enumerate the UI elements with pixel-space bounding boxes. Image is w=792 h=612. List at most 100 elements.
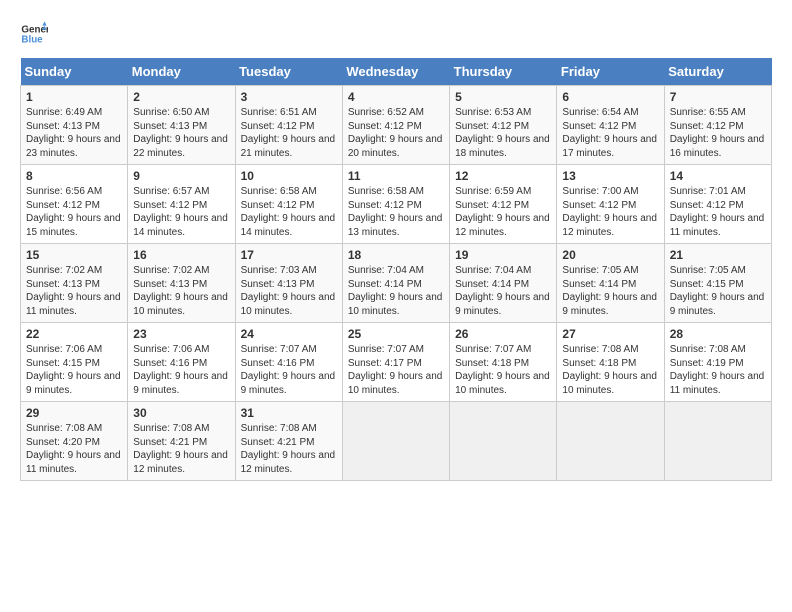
day-detail: Sunrise: 6:49 AMSunset: 4:13 PMDaylight:…: [26, 106, 122, 160]
calendar-day-cell: 23 Sunrise: 7:06 AMSunset: 4:16 PMDayligh…: [128, 323, 235, 402]
day-number: 5: [455, 90, 551, 104]
calendar-day-cell: 13 Sunrise: 7:00 AMSunset: 4:12 PMDayligh…: [557, 165, 664, 244]
calendar-day-cell: 6Sunrise: 6:54 AMSunset: 4:12 PMDaylight…: [557, 86, 664, 165]
calendar-day-cell: 11 Sunrise: 6:58 AMSunset: 4:12 PMDayligh…: [342, 165, 449, 244]
day-detail: Sunrise: 6:59 AMSunset: 4:12 PMDaylight:…: [455, 185, 551, 239]
calendar-day-cell: 28 Sunrise: 7:08 AMSunset: 4:19 PMDayligh…: [664, 323, 771, 402]
calendar-day-cell: 30Sunrise: 7:08 AMSunset: 4:21 PMDayligh…: [128, 402, 235, 481]
day-detail: Sunrise: 7:02 AMSunset: 4:13 PMDaylight:…: [26, 264, 122, 318]
day-detail: Sunrise: 6:57 AMSunset: 4:12 PMDaylight:…: [133, 185, 229, 239]
day-detail: Sunrise: 6:56 AMSunset: 4:12 PMDaylight:…: [26, 185, 122, 239]
day-detail: Sunrise: 7:08 AMSunset: 4:20 PMDaylight:…: [26, 422, 122, 476]
calendar-week-row: 29Sunrise: 7:08 AMSunset: 4:20 PMDayligh…: [21, 402, 772, 481]
day-detail: Sunrise: 7:06 AMSunset: 4:16 PMDaylight:…: [133, 343, 229, 397]
calendar-table: SundayMondayTuesdayWednesdayThursdayFrid…: [20, 58, 772, 481]
day-number: 8: [26, 169, 122, 183]
calendar-day-cell: 12 Sunrise: 6:59 AMSunset: 4:12 PMDayligh…: [450, 165, 557, 244]
day-detail: Sunrise: 7:05 AMSunset: 4:15 PMDaylight:…: [670, 264, 766, 318]
calendar-day-cell: 25 Sunrise: 7:07 AMSunset: 4:17 PMDayligh…: [342, 323, 449, 402]
calendar-day-cell: 1 Sunrise: 6:49 AMSunset: 4:13 PMDaylight…: [21, 86, 128, 165]
day-detail: Sunrise: 7:02 AMSunset: 4:13 PMDaylight:…: [133, 264, 229, 318]
calendar-day-cell: 19Sunrise: 7:04 AMSunset: 4:14 PMDayligh…: [450, 244, 557, 323]
day-detail: Sunrise: 7:04 AMSunset: 4:14 PMDaylight:…: [348, 264, 444, 318]
day-detail: Sunrise: 7:06 AMSunset: 4:15 PMDaylight:…: [26, 343, 122, 397]
calendar-day-cell: 26 Sunrise: 7:07 AMSunset: 4:18 PMDayligh…: [450, 323, 557, 402]
day-detail: Sunrise: 7:07 AMSunset: 4:16 PMDaylight:…: [241, 343, 337, 397]
day-number: 12: [455, 169, 551, 183]
calendar-day-cell: 10Sunrise: 6:58 AMSunset: 4:12 PMDayligh…: [235, 165, 342, 244]
calendar-day-cell: 15 Sunrise: 7:02 AMSunset: 4:13 PMDayligh…: [21, 244, 128, 323]
day-number: 6: [562, 90, 658, 104]
day-number: 26: [455, 327, 551, 341]
day-number: 21: [670, 248, 766, 262]
calendar-day-cell: [342, 402, 449, 481]
day-detail: Sunrise: 6:50 AMSunset: 4:13 PMDaylight:…: [133, 106, 229, 160]
day-number: 4: [348, 90, 444, 104]
day-number: 2: [133, 90, 229, 104]
calendar-week-row: 22 Sunrise: 7:06 AMSunset: 4:15 PMDayligh…: [21, 323, 772, 402]
calendar-day-cell: 22 Sunrise: 7:06 AMSunset: 4:15 PMDayligh…: [21, 323, 128, 402]
header-thursday: Thursday: [450, 58, 557, 86]
calendar-day-cell: 4 Sunrise: 6:52 AMSunset: 4:12 PMDaylight…: [342, 86, 449, 165]
day-detail: Sunrise: 7:08 AMSunset: 4:21 PMDaylight:…: [241, 422, 337, 476]
header-saturday: Saturday: [664, 58, 771, 86]
header-wednesday: Wednesday: [342, 58, 449, 86]
calendar-header-row: SundayMondayTuesdayWednesdayThursdayFrid…: [21, 58, 772, 86]
day-number: 25: [348, 327, 444, 341]
logo-icon: General Blue: [20, 20, 48, 48]
day-number: 9: [133, 169, 229, 183]
calendar-day-cell: 24Sunrise: 7:07 AMSunset: 4:16 PMDayligh…: [235, 323, 342, 402]
calendar-day-cell: 21 Sunrise: 7:05 AMSunset: 4:15 PMDayligh…: [664, 244, 771, 323]
day-number: 13: [562, 169, 658, 183]
day-detail: Sunrise: 6:52 AMSunset: 4:12 PMDaylight:…: [348, 106, 444, 160]
day-detail: Sunrise: 6:58 AMSunset: 4:12 PMDaylight:…: [348, 185, 444, 239]
header: General Blue: [20, 20, 772, 48]
day-detail: Sunrise: 7:03 AMSunset: 4:13 PMDaylight:…: [241, 264, 337, 318]
header-sunday: Sunday: [21, 58, 128, 86]
calendar-day-cell: 3Sunrise: 6:51 AMSunset: 4:12 PMDaylight…: [235, 86, 342, 165]
calendar-day-cell: 9 Sunrise: 6:57 AMSunset: 4:12 PMDaylight…: [128, 165, 235, 244]
calendar-day-cell: [557, 402, 664, 481]
day-detail: Sunrise: 7:08 AMSunset: 4:18 PMDaylight:…: [562, 343, 658, 397]
day-number: 7: [670, 90, 766, 104]
day-number: 19: [455, 248, 551, 262]
calendar-week-row: 1 Sunrise: 6:49 AMSunset: 4:13 PMDaylight…: [21, 86, 772, 165]
day-number: 31: [241, 406, 337, 420]
calendar-day-cell: 2 Sunrise: 6:50 AMSunset: 4:13 PMDaylight…: [128, 86, 235, 165]
day-number: 14: [670, 169, 766, 183]
calendar-day-cell: 7 Sunrise: 6:55 AMSunset: 4:12 PMDaylight…: [664, 86, 771, 165]
calendar-day-cell: 27 Sunrise: 7:08 AMSunset: 4:18 PMDayligh…: [557, 323, 664, 402]
day-detail: Sunrise: 7:07 AMSunset: 4:17 PMDaylight:…: [348, 343, 444, 397]
logo: General Blue: [20, 20, 48, 48]
day-detail: Sunrise: 7:00 AMSunset: 4:12 PMDaylight:…: [562, 185, 658, 239]
day-number: 28: [670, 327, 766, 341]
header-friday: Friday: [557, 58, 664, 86]
calendar-day-cell: 14 Sunrise: 7:01 AMSunset: 4:12 PMDayligh…: [664, 165, 771, 244]
day-detail: Sunrise: 6:55 AMSunset: 4:12 PMDaylight:…: [670, 106, 766, 160]
calendar-day-cell: 20Sunrise: 7:05 AMSunset: 4:14 PMDayligh…: [557, 244, 664, 323]
calendar-day-cell: 31 Sunrise: 7:08 AMSunset: 4:21 PMDayligh…: [235, 402, 342, 481]
calendar-week-row: 8 Sunrise: 6:56 AMSunset: 4:12 PMDaylight…: [21, 165, 772, 244]
day-number: 15: [26, 248, 122, 262]
day-number: 22: [26, 327, 122, 341]
day-detail: Sunrise: 6:53 AMSunset: 4:12 PMDaylight:…: [455, 106, 551, 160]
day-number: 17: [241, 248, 337, 262]
calendar-day-cell: 17 Sunrise: 7:03 AMSunset: 4:13 PMDayligh…: [235, 244, 342, 323]
day-detail: Sunrise: 7:08 AMSunset: 4:21 PMDaylight:…: [133, 422, 229, 476]
svg-text:Blue: Blue: [21, 34, 43, 45]
day-number: 23: [133, 327, 229, 341]
calendar-day-cell: 8 Sunrise: 6:56 AMSunset: 4:12 PMDaylight…: [21, 165, 128, 244]
calendar-day-cell: 29Sunrise: 7:08 AMSunset: 4:20 PMDayligh…: [21, 402, 128, 481]
day-detail: Sunrise: 7:01 AMSunset: 4:12 PMDaylight:…: [670, 185, 766, 239]
day-detail: Sunrise: 7:07 AMSunset: 4:18 PMDaylight:…: [455, 343, 551, 397]
calendar-day-cell: 18 Sunrise: 7:04 AMSunset: 4:14 PMDayligh…: [342, 244, 449, 323]
calendar-day-cell: 5 Sunrise: 6:53 AMSunset: 4:12 PMDaylight…: [450, 86, 557, 165]
day-detail: Sunrise: 6:58 AMSunset: 4:12 PMDaylight:…: [241, 185, 337, 239]
day-number: 27: [562, 327, 658, 341]
day-detail: Sunrise: 6:51 AMSunset: 4:12 PMDaylight:…: [241, 106, 337, 160]
day-number: 18: [348, 248, 444, 262]
header-monday: Monday: [128, 58, 235, 86]
day-number: 11: [348, 169, 444, 183]
day-number: 1: [26, 90, 122, 104]
day-detail: Sunrise: 7:08 AMSunset: 4:19 PMDaylight:…: [670, 343, 766, 397]
